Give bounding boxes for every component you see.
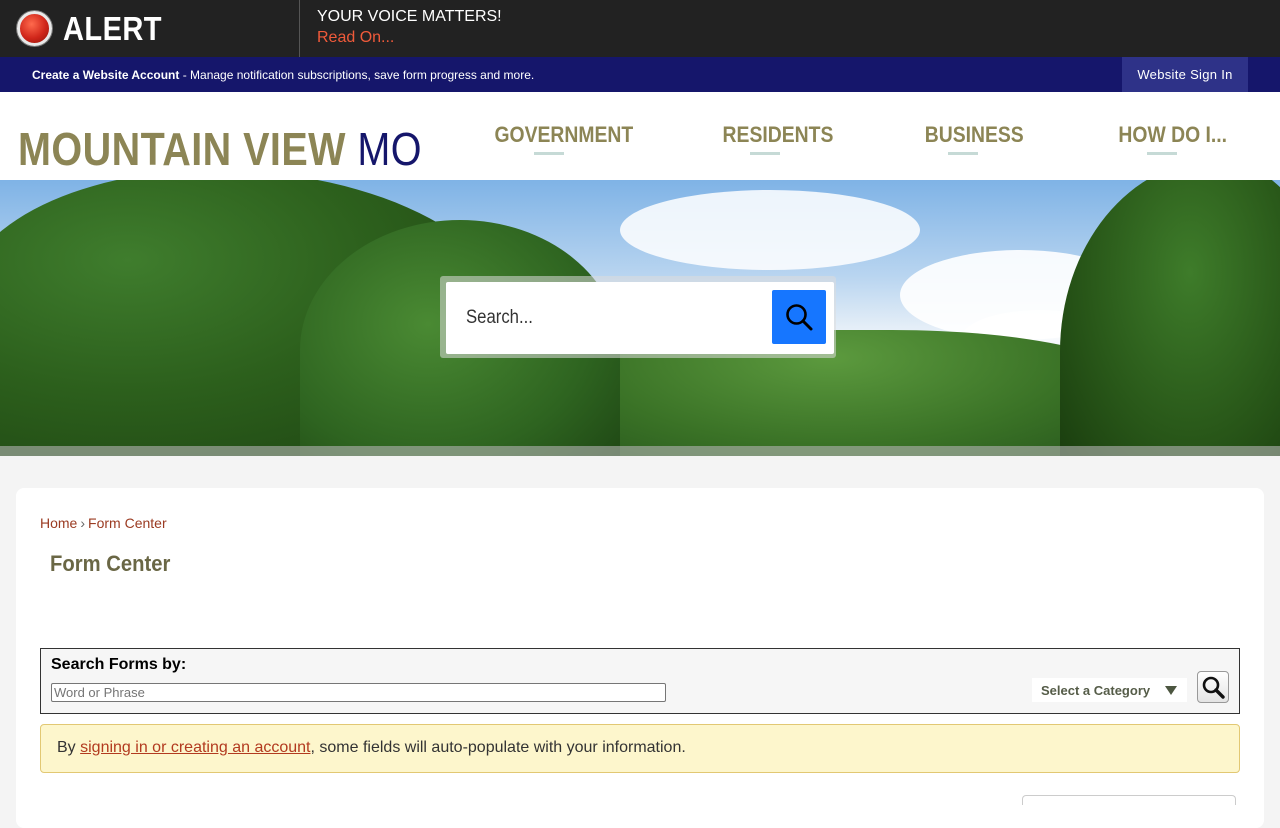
alert-bar: ALERT YOUR VOICE MATTERS! Read On... xyxy=(0,0,1280,57)
account-bar: Create a Website Account - Manage notifi… xyxy=(0,57,1280,92)
search-icon xyxy=(786,304,813,331)
info-prefix: By xyxy=(57,739,81,756)
create-account-link[interactable]: Create a Website Account xyxy=(32,68,179,82)
account-description: - Manage notification subscriptions, sav… xyxy=(179,68,535,82)
logo-main: MOUNTAIN VIEW xyxy=(18,123,346,175)
category-select-label: Select a Category xyxy=(1041,682,1151,698)
hero-search-button[interactable] xyxy=(772,290,826,344)
nav-how-do-i-underline xyxy=(1147,152,1177,155)
search-forms-button[interactable] xyxy=(1197,671,1229,703)
breadcrumb-current[interactable]: Form Center xyxy=(88,515,167,531)
search-icon xyxy=(1202,676,1225,699)
alert-message: YOUR VOICE MATTERS! Read On... xyxy=(317,7,502,49)
info-suffix: , some fields will auto-populate with yo… xyxy=(310,739,686,756)
sign-in-create-account-link[interactable]: signing in or creating an account xyxy=(80,739,310,756)
hero-stripe xyxy=(0,446,1280,456)
partial-panel-edge xyxy=(1022,795,1236,805)
hero-trees xyxy=(1060,180,1280,456)
nav-residents[interactable]: RESIDENTS xyxy=(723,122,834,148)
website-sign-in-button[interactable]: Website Sign In xyxy=(1122,57,1248,92)
category-select[interactable]: Select a Category xyxy=(1032,678,1187,702)
alert-label: ALERT xyxy=(63,9,162,47)
chevron-down-icon xyxy=(1165,686,1177,695)
nav-business-underline xyxy=(948,152,978,155)
page-title: Form Center xyxy=(50,551,171,576)
nav-government[interactable]: GOVERNMENT xyxy=(494,122,633,148)
nav-government-underline xyxy=(534,152,564,155)
account-text: Create a Website Account - Manage notifi… xyxy=(32,68,534,82)
alert-read-on-link[interactable]: Read On... xyxy=(317,27,502,49)
search-forms-input[interactable] xyxy=(51,683,666,702)
alert-header[interactable]: ALERT xyxy=(0,0,300,57)
breadcrumb-home[interactable]: Home xyxy=(40,515,77,531)
nav-how-do-i[interactable]: HOW DO I... xyxy=(1118,122,1227,148)
hero-cloud xyxy=(620,190,920,270)
breadcrumb-separator: › xyxy=(80,515,86,531)
alert-title: YOUR VOICE MATTERS! xyxy=(317,8,502,25)
hero-search-placeholder: Search... xyxy=(466,307,533,328)
site-logo[interactable]: MOUNTAIN VIEW MO xyxy=(18,122,422,176)
nav-residents-underline xyxy=(750,152,780,155)
breadcrumb: Home › Form Center xyxy=(40,515,167,531)
logo-suffix: MO xyxy=(357,123,422,175)
site-header: MOUNTAIN VIEW MO xyxy=(0,92,1280,180)
auto-populate-text: By signing in or creating an account, so… xyxy=(57,739,686,757)
alert-dot-icon xyxy=(17,11,52,46)
search-forms-label: Search Forms by: xyxy=(51,656,187,673)
nav-business[interactable]: BUSINESS xyxy=(925,122,1024,148)
